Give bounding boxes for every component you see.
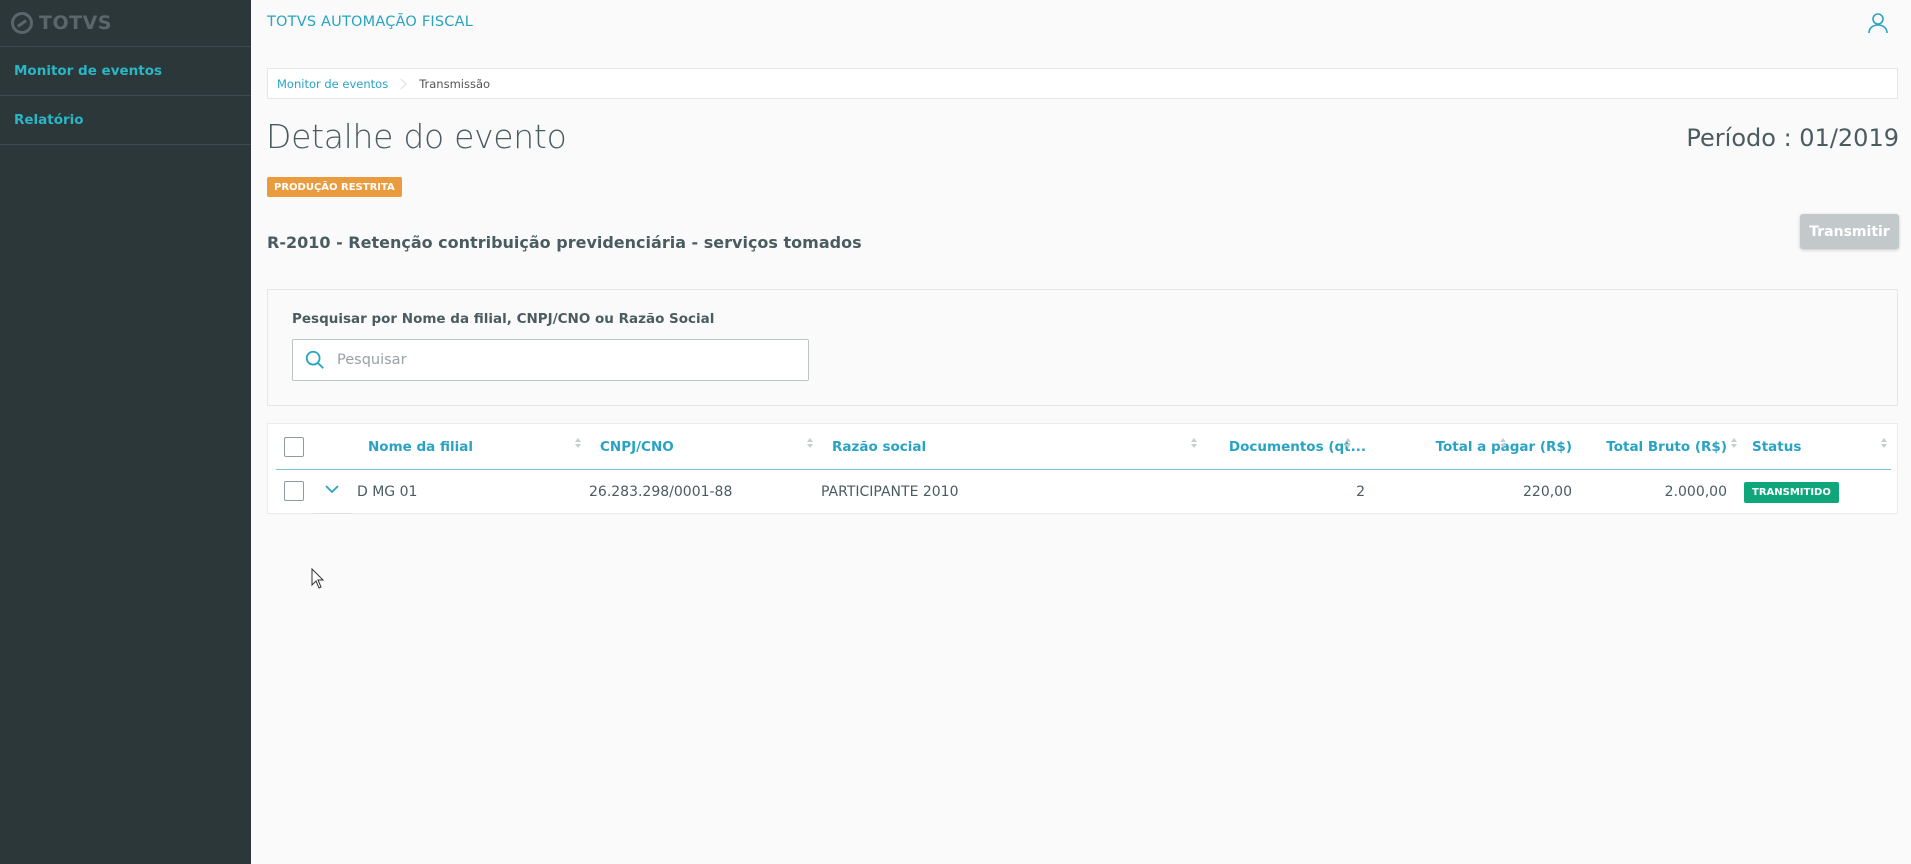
periodo-label: Período : 01/2019 [1686,124,1899,152]
column-header-status[interactable]: Status [1752,424,1801,470]
sort-icon[interactable] [1191,436,1198,450]
column-header-cnpj[interactable]: CNPJ/CNO [600,424,674,470]
cell-nome-filial: D MG 01 [357,484,418,500]
sidebar: TOTVS Monitor de eventos Relatório [0,0,251,864]
sort-icon[interactable] [1345,436,1352,450]
environment-badge: PRODUÇÃO RESTRITA [267,177,402,197]
breadcrumb-monitor-de-eventos[interactable]: Monitor de eventos [277,77,388,91]
cell-documentos: 2 [1356,484,1365,500]
data-table: Nome da filial CNPJ/CNO Razão social Doc… [267,423,1898,514]
search-card: Pesquisar por Nome da filial, CNPJ/CNO o… [267,289,1898,406]
column-header-documentos[interactable]: Documentos (qt... [1214,424,1366,470]
user-icon[interactable] [1866,11,1890,35]
app-title: TOTVS AUTOMAÇÃO FISCAL [267,14,473,30]
cell-total-bruto: 2.000,00 [1664,484,1727,500]
chevron-down-icon[interactable] [324,481,340,497]
search-box[interactable] [292,339,809,381]
status-badge: TRANSMITIDO [1744,482,1839,503]
logo-text: TOTVS [39,12,112,34]
page-title: Detalhe do evento [266,117,567,156]
sort-icon[interactable] [1731,436,1738,450]
mouse-cursor-icon [311,568,325,589]
column-header-razao-social[interactable]: Razão social [832,424,926,470]
event-title: R-2010 - Retenção contribuição previdenc… [267,233,862,252]
breadcrumb-separator [395,77,407,90]
breadcrumb-transmissao: Transmissão [419,76,491,91]
search-icon [305,350,324,369]
column-header-nome-filial[interactable]: Nome da filial [368,424,473,470]
totvs-logo-icon [11,12,33,34]
sort-icon[interactable] [1500,436,1507,450]
expand-divider [313,513,352,514]
search-input[interactable] [337,352,777,368]
sidebar-item-monitor-de-eventos[interactable]: Monitor de eventos [0,47,251,96]
select-all-checkbox[interactable] [284,437,304,457]
sidebar-item-relatorio[interactable]: Relatório [0,96,251,145]
cell-cnpj: 26.283.298/0001-88 [589,484,733,500]
logo: TOTVS [0,0,251,47]
search-label: Pesquisar por Nome da filial, CNPJ/CNO o… [292,311,715,327]
breadcrumb: Monitor de eventos Transmissão [267,68,1898,99]
table-header: Nome da filial CNPJ/CNO Razão social Doc… [276,424,1891,470]
row-checkbox[interactable] [284,481,304,501]
sort-icon[interactable] [575,436,582,450]
sort-icon[interactable] [1881,436,1888,450]
cell-razao-social: PARTICIPANTE 2010 [821,484,959,500]
transmit-button[interactable]: Transmitir [1800,214,1899,249]
sort-icon[interactable] [807,436,814,450]
column-header-total-bruto[interactable]: Total Bruto (R$) [1522,424,1727,470]
